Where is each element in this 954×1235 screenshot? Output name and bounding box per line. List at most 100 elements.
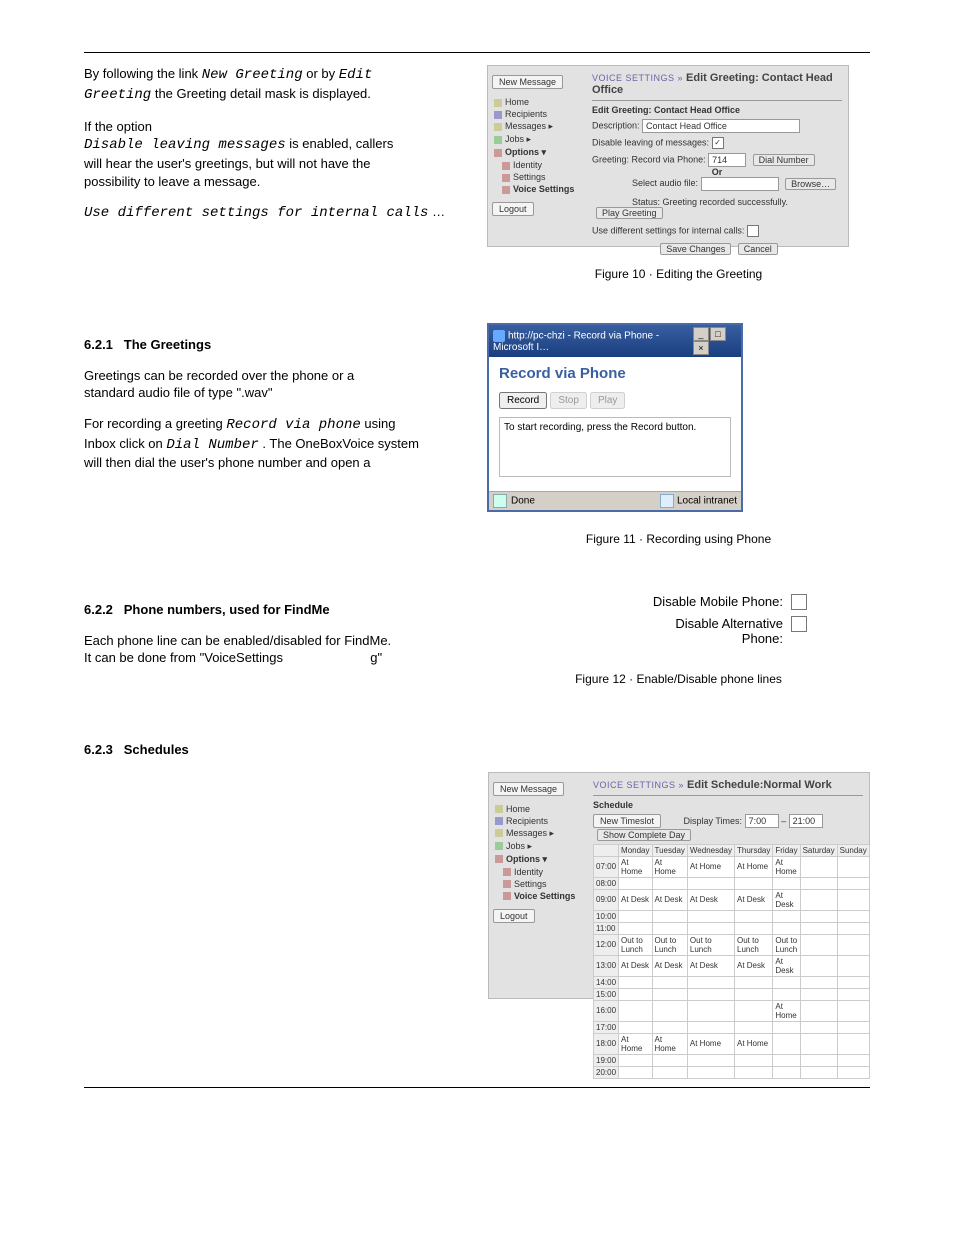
status-done: Done	[493, 494, 535, 508]
messages-icon	[495, 829, 503, 837]
sidebar-item-jobs-2[interactable]: Jobs ▸	[493, 840, 588, 853]
sidebar-item-settings[interactable]: Settings	[492, 171, 587, 183]
time-to-select[interactable]: 21:00	[789, 814, 823, 828]
description-input[interactable]: Contact Head Office	[642, 119, 800, 133]
sidebar-item-identity[interactable]: Identity	[492, 159, 587, 171]
record-button[interactable]: Record	[499, 392, 547, 409]
dial-number-term: Dial Number	[166, 437, 258, 453]
status-text: Status: Greeting recorded successfully.	[632, 197, 788, 207]
options-icon	[495, 855, 503, 863]
identity-icon	[502, 162, 510, 170]
figure-12-disable-phones: Disable Mobile Phone: Disable Alternativ…	[487, 588, 817, 652]
new-timeslot-button[interactable]: New Timeslot	[593, 814, 661, 828]
extension-input[interactable]: 714	[708, 153, 746, 167]
status-zone: Local intranet	[660, 494, 737, 508]
play-greeting-button[interactable]: Play Greeting	[596, 207, 663, 219]
panel-title: Edit Greeting: Contact Head Office	[592, 105, 842, 115]
home-icon	[495, 805, 503, 813]
logout-button[interactable]: Logout	[492, 202, 534, 216]
breadcrumb: VOICE SETTINGS » Edit Greeting: Contact …	[592, 72, 842, 96]
record-via-phone-term: Record via phone	[226, 417, 360, 433]
sidebar-item-options-2[interactable]: Options ▾	[493, 853, 588, 866]
maximize-button[interactable]: □	[710, 327, 726, 341]
sidebar-item-options[interactable]: Options ▾	[492, 146, 587, 159]
sidebar-item-recipients[interactable]: Recipients	[492, 108, 587, 120]
sidebar-item-messages-2[interactable]: Messages ▸	[493, 827, 588, 840]
schedule-panel-title: Schedule	[593, 800, 863, 810]
sec-622-body: Each phone line can be enabled/disabled …	[84, 632, 467, 667]
popup-heading: Record via Phone	[499, 365, 731, 382]
settings-icon	[503, 880, 511, 888]
browse-button[interactable]: Browse…	[785, 178, 836, 190]
identity-icon	[503, 868, 511, 876]
options-icon	[494, 149, 502, 157]
diff-settings-block: Use different settings for internal call…	[84, 203, 467, 223]
description-label: Description:	[592, 120, 640, 130]
sidebar-item-messages[interactable]: Messages ▸	[492, 120, 587, 133]
figure-11-caption: Figure 11 · Recording using Phone	[487, 518, 870, 546]
recipients-icon	[495, 817, 503, 825]
disable-block: If the option Disable leaving messages i…	[84, 118, 467, 191]
figure-11-record-popup: http://pc-chzi - Record via Phone - Micr…	[487, 323, 743, 512]
disable-leaving-checkbox[interactable]: ✓	[712, 137, 724, 149]
record-instruction: To start recording, press the Record but…	[499, 417, 731, 477]
sidebar-item-voice-settings-2[interactable]: Voice Settings	[493, 890, 588, 902]
figure-10-edit-greeting: New Message Home Recipients Messages ▸ J…	[487, 65, 849, 247]
sidebar-item-identity-2[interactable]: Identity	[493, 866, 588, 878]
figure-10-caption: Figure 10 · Editing the Greeting	[487, 253, 870, 281]
opt-disable-leaving: Disable leaving messages	[84, 137, 286, 153]
audio-file-input[interactable]	[701, 177, 779, 191]
link-greeting: Greeting	[84, 87, 151, 103]
minimize-button[interactable]: _	[693, 327, 709, 341]
voice-settings-icon	[502, 186, 510, 194]
sec-621-p1: Greetings can be recorded over the phone…	[84, 367, 467, 402]
home-icon	[494, 99, 502, 107]
opt-diff-internal: Use different settings for internal call…	[84, 205, 428, 221]
display-times-label: Display Times:	[684, 816, 743, 826]
recipients-icon	[494, 111, 502, 119]
jobs-icon	[494, 136, 502, 144]
sidebar-item-recipients-2[interactable]: Recipients	[493, 815, 588, 827]
diff-internal-label: Use different settings for internal call…	[592, 225, 744, 235]
disable-alt-label: Disable AlternativePhone:	[603, 616, 783, 646]
voice-settings-icon	[503, 892, 511, 900]
done-icon	[493, 494, 507, 508]
new-message-button-2[interactable]: New Message	[493, 782, 564, 796]
sidebar-item-settings-2[interactable]: Settings	[493, 878, 588, 890]
sec-621-heading: 6.2.1 The Greetings	[84, 336, 467, 354]
sidebar-item-jobs[interactable]: Jobs ▸	[492, 133, 587, 146]
figure-12-caption: Figure 12 · Enable/Disable phone lines	[487, 658, 870, 686]
link-edit: Edit	[339, 67, 373, 83]
select-audio-label: Select audio file:	[632, 178, 698, 188]
disable-leaving-label: Disable leaving of messages:	[592, 137, 709, 147]
disable-alt-checkbox[interactable]	[791, 616, 807, 632]
close-button[interactable]: ×	[693, 341, 709, 355]
sec-623-heading: 6.2.3 Schedules	[84, 741, 870, 759]
ie-icon	[493, 330, 505, 342]
disable-mobile-checkbox[interactable]	[791, 594, 807, 610]
play-button[interactable]: Play	[590, 392, 625, 409]
popup-titlebar: http://pc-chzi - Record via Phone - Micr…	[489, 325, 741, 357]
record-via-phone-label: Record via Phone:	[632, 154, 706, 164]
sec-621-p2: For recording a greeting Record via phon…	[84, 415, 467, 472]
sidebar-item-home-2[interactable]: Home	[493, 803, 588, 815]
bottom-rule	[84, 1087, 870, 1088]
save-changes-button[interactable]: Save Changes	[660, 243, 731, 255]
time-from-select[interactable]: 7:00	[745, 814, 779, 828]
cancel-button[interactable]: Cancel	[738, 243, 778, 255]
schedule-table: MondayTuesdayWednesdayThursdayFridaySatu…	[593, 844, 870, 1079]
sec-622-heading: 6.2.2 Phone numbers, used for FindMe	[84, 601, 467, 619]
new-message-button[interactable]: New Message	[492, 75, 563, 89]
diff-internal-checkbox[interactable]	[747, 225, 759, 237]
sidebar-item-home[interactable]: Home	[492, 96, 587, 108]
logout-button-2[interactable]: Logout	[493, 909, 535, 923]
show-complete-day-button[interactable]: Show Complete Day	[597, 829, 691, 841]
dial-number-button[interactable]: Dial Number	[753, 154, 815, 166]
figure-13-schedule: New Message Home Recipients Messages ▸ J…	[488, 772, 870, 999]
greeting-label: Greeting:	[592, 154, 629, 164]
messages-icon	[494, 123, 502, 131]
stop-button[interactable]: Stop	[550, 392, 587, 409]
intro-paragraph: By following the link New Greeting or by…	[84, 65, 467, 105]
sidebar-item-voice-settings[interactable]: Voice Settings	[492, 183, 587, 195]
settings-icon	[502, 174, 510, 182]
